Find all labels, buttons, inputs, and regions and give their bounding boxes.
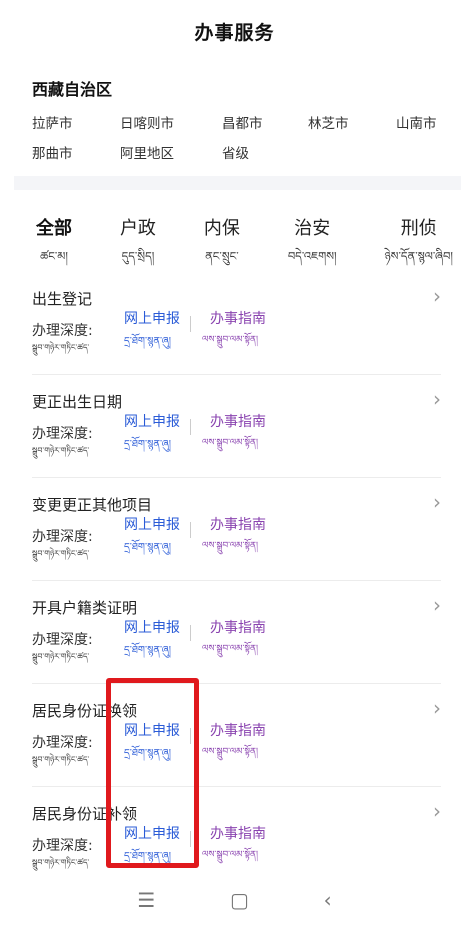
chevron-right-icon: › — [433, 799, 441, 823]
online-apply-link[interactable]: 网上申报 — [124, 720, 180, 740]
link-divider — [190, 522, 191, 538]
city-list: 拉萨市 日喀则市 昌都市 林芝市 山南市 那曲市 阿里地区 省级 — [32, 112, 439, 162]
service-guide-link[interactable]: 办事指南 — [210, 823, 266, 843]
tab-criminal-investigation[interactable]: 刑侦 ཉེས་དོན་སྙལ་ཞིབ། — [385, 218, 453, 272]
tab-label: 治安 — [294, 218, 331, 239]
service-name: 开具户籍类证明 — [32, 599, 138, 617]
region-selector: 西藏自治区 拉萨市 日喀则市 昌都市 林芝市 山南市 那曲市 阿里地区 省级 — [0, 62, 469, 162]
online-apply-link-tibetan[interactable]: དྲ་ཐོག་སྙན་ཞུ། — [124, 742, 171, 770]
depth-label-tibetan: སྒྲུབ་གཉེར་གཏིང་ཚད་ — [32, 446, 90, 455]
link-divider — [190, 728, 191, 744]
chevron-right-icon: › — [433, 490, 441, 514]
service-item[interactable]: 更正出生日期 › 办理深度: སྒྲུབ་གཉེར་གཏིང་ཚད་ 网上申报 … — [32, 375, 441, 478]
city-nagqu[interactable]: 那曲市 — [32, 142, 120, 162]
service-item[interactable]: 出生登记 › 办理深度: སྒྲུབ་གཉེར་གཏིང་ཚད་ 网上申报 དྲ… — [32, 272, 441, 375]
depth-label-tibetan: སྒྲུབ་གཉེར་གཏིང་ཚད་ — [32, 549, 90, 558]
service-guide-link-tibetan[interactable]: ལས་སྒྲུབ་ལམ་སྟོན། — [202, 845, 258, 870]
link-divider — [190, 625, 191, 641]
online-apply-link-tibetan[interactable]: དྲ་ཐོག་སྙན་ཞུ། — [124, 639, 171, 667]
service-guide-link-tibetan[interactable]: ལས་སྒྲུབ་ལམ་སྟོན། — [202, 433, 258, 458]
depth-label: 办理深度: — [32, 529, 93, 545]
service-name: 出生登记 — [32, 290, 93, 308]
section-divider — [14, 176, 461, 190]
city-ngari[interactable]: 阿里地区 — [120, 142, 222, 162]
tab-all[interactable]: 全部 ཚང་མ། — [36, 218, 72, 272]
link-divider — [190, 419, 191, 435]
service-item[interactable]: 开具户籍类证明 › 办理深度: སྒྲུབ་གཉེར་གཏིང་ཚད་ 网上申报… — [32, 581, 441, 684]
service-guide-link-tibetan[interactable]: ལས་སྒྲུབ་ལམ་སྟོན། — [202, 639, 258, 664]
tab-household[interactable]: 户政 དུད་སྲིད། — [120, 218, 156, 272]
online-apply-link[interactable]: 网上申报 — [124, 514, 180, 534]
service-guide-link[interactable]: 办事指南 — [210, 308, 266, 328]
service-guide-link[interactable]: 办事指南 — [210, 411, 266, 431]
tab-public-order[interactable]: 治安 བདེ་འཇགས། — [288, 218, 337, 272]
chevron-right-icon: › — [433, 387, 441, 411]
chevron-right-icon: › — [433, 593, 441, 617]
online-apply-link-tibetan[interactable]: དྲ་ཐོག་སྙན་ཞུ། — [124, 845, 171, 873]
city-provincial[interactable]: 省级 — [222, 142, 308, 162]
service-guide-link-tibetan[interactable]: ལས་སྒྲུབ་ལམ་སྟོན། — [202, 742, 258, 767]
online-apply-link-tibetan[interactable]: དྲ་ཐོག་སྙན་ཞུ། — [124, 536, 171, 564]
service-name: 居民身份证换领 — [32, 702, 138, 720]
online-apply-link-tibetan[interactable]: དྲ་ཐོག་སྙན་ཞུ། — [124, 433, 171, 461]
tab-internal-security[interactable]: 内保 ནང་སྲུང་ — [204, 218, 240, 272]
online-apply-link-tibetan[interactable]: དྲ་ཐོག་སྙན་ཞུ། — [124, 330, 171, 358]
chevron-right-icon: › — [433, 696, 441, 720]
city-shigatse[interactable]: 日喀则市 — [120, 112, 222, 132]
service-guide-link-tibetan[interactable]: ལས་སྒྲུབ་ལམ་སྟོན། — [202, 536, 258, 561]
city-nyingchi[interactable]: 林芝市 — [308, 112, 396, 132]
link-divider — [190, 316, 191, 332]
depth-label: 办理深度: — [32, 838, 93, 854]
depth-label: 办理深度: — [32, 323, 93, 339]
online-apply-link[interactable]: 网上申报 — [124, 617, 180, 637]
city-shannan[interactable]: 山南市 — [396, 112, 466, 132]
system-nav-bar: ☰ ▢ ‹ — [0, 870, 469, 930]
service-guide-link[interactable]: 办事指南 — [210, 617, 266, 637]
service-guide-link[interactable]: 办事指南 — [210, 514, 266, 534]
chevron-right-icon: › — [433, 284, 441, 308]
app-header: 办事服务 — [0, 0, 469, 62]
tab-label: 刑侦 — [400, 218, 437, 239]
depth-label: 办理深度: — [32, 735, 93, 751]
depth-label: 办理深度: — [32, 632, 93, 648]
back-icon[interactable]: ‹ — [324, 888, 332, 912]
page-title: 办事服务 — [194, 21, 275, 44]
depth-label-tibetan: སྒྲུབ་གཉེར་གཏིང་ཚད་ — [32, 652, 90, 661]
service-guide-link-tibetan[interactable]: ལས་སྒྲུབ་ལམ་སྟོན། — [202, 330, 258, 355]
service-item[interactable]: 变更更正其他项目 › 办理深度: སྒྲུབ་གཉེར་གཏིང་ཚད་ 网上申… — [32, 478, 441, 581]
tab-label: 全部 — [36, 218, 72, 239]
link-divider — [190, 831, 191, 847]
region-title: 西藏自治区 — [32, 80, 113, 99]
tab-label: 内保 — [203, 218, 240, 239]
home-icon[interactable]: ▢ — [230, 888, 249, 912]
service-list: 出生登记 › 办理深度: སྒྲུབ་གཉེར་གཏིང་ཚད་ 网上申报 དྲ… — [0, 272, 469, 890]
menu-icon[interactable]: ☰ — [137, 888, 155, 912]
depth-label-tibetan: སྒྲུབ་གཉེར་གཏིང་ཚད་ — [32, 343, 90, 352]
online-apply-link[interactable]: 网上申报 — [124, 823, 180, 843]
online-apply-link[interactable]: 网上申报 — [124, 411, 180, 431]
tab-label: 户政 — [119, 218, 156, 239]
depth-label: 办理深度: — [32, 426, 93, 442]
depth-label-tibetan: སྒྲུབ་གཉེར་གཏིང་ཚད་ — [32, 755, 90, 764]
city-lhasa[interactable]: 拉萨市 — [32, 112, 120, 132]
service-guide-link[interactable]: 办事指南 — [210, 720, 266, 740]
service-name: 更正出生日期 — [32, 393, 123, 411]
online-apply-link[interactable]: 网上申报 — [124, 308, 180, 328]
service-item[interactable]: 居民身份证换领 › 办理深度: སྒྲུབ་གཉེར་གཏིང་ཚད་ 网上申报… — [32, 684, 441, 787]
service-name: 变更更正其他项目 — [32, 496, 153, 514]
service-name: 居民身份证补领 — [32, 805, 138, 823]
category-tabs: 全部 ཚང་མ། 户政 དུད་སྲིད། 内保 ནང་སྲུང་ 治安 བདེ… — [0, 190, 469, 272]
city-chamdo[interactable]: 昌都市 — [222, 112, 308, 132]
